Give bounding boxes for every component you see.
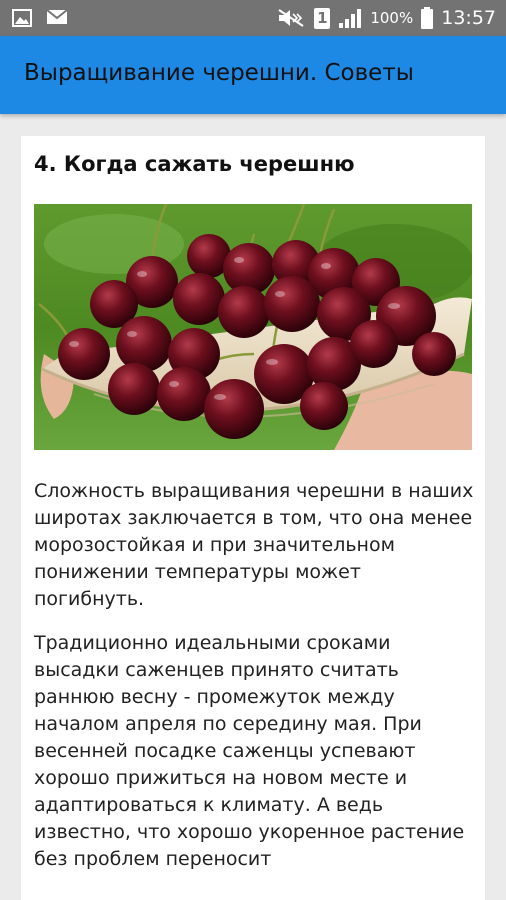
article-paragraph: Сложность выращивания черешни в наших ши… <box>34 480 474 610</box>
sim-label: 1 <box>317 8 328 27</box>
notification-icons <box>12 8 68 28</box>
app-title: Выращивание черешни. Советы <box>24 60 414 86</box>
image-icon <box>12 9 32 27</box>
mail-icon <box>46 9 68 24</box>
app-bar: Выращивание черешни. Советы <box>0 36 506 114</box>
article-heading: 4. Когда сажать черешню <box>34 152 355 176</box>
article-paragraph: Традиционно идеальными сроками высадки с… <box>34 632 465 870</box>
clock: 13:57 <box>441 7 496 29</box>
signal-icon <box>339 9 362 28</box>
article-card: 4. Когда сажать черешню Сложность выращи… <box>21 136 485 900</box>
sim-1-icon: 1 <box>314 7 331 29</box>
system-icons: 1 100% 13:57 <box>276 5 496 31</box>
status-bar: 1 100% 13:57 <box>0 0 506 36</box>
battery-icon <box>421 7 434 29</box>
mute-icon <box>278 9 304 27</box>
cherries-photo <box>34 204 472 450</box>
battery-percent: 100% <box>370 9 414 27</box>
